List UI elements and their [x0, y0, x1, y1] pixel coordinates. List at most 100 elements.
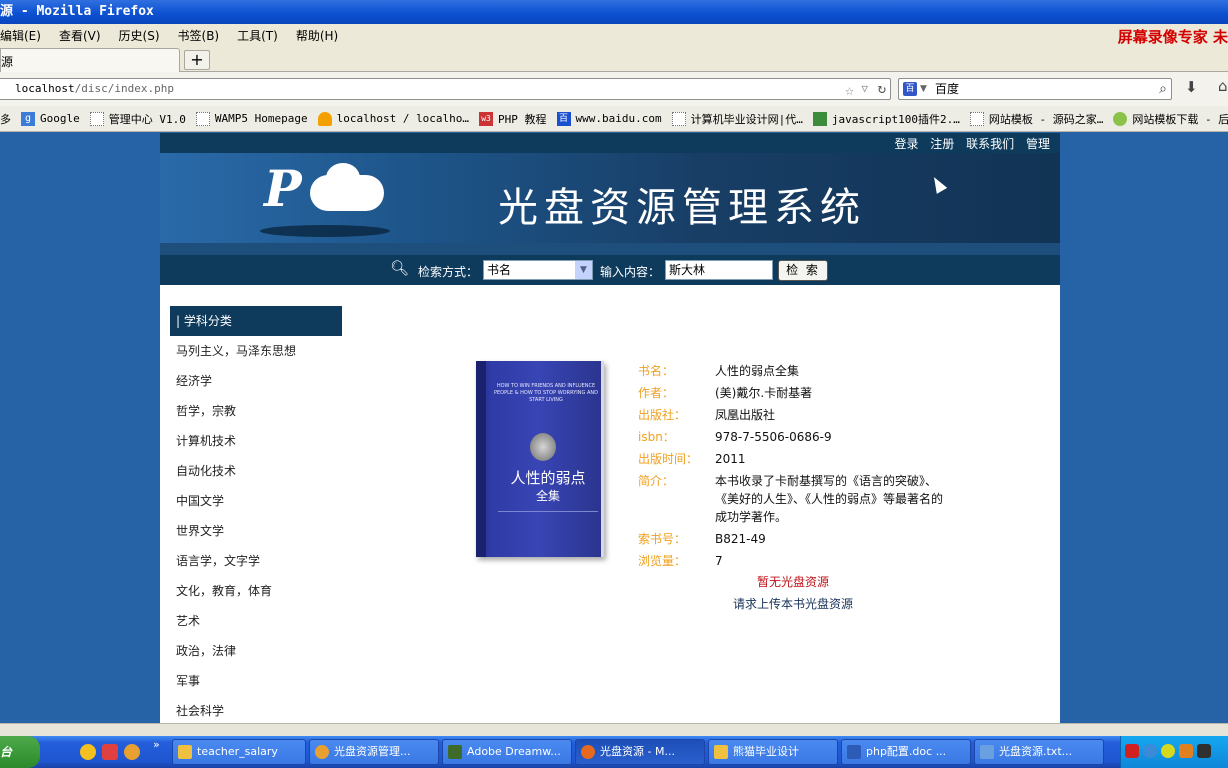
quick-launch-icon[interactable]: [80, 744, 96, 760]
chevron-down-icon[interactable]: ▼: [575, 261, 592, 279]
tray-icon[interactable]: [1125, 744, 1139, 758]
category-item[interactable]: 艺术: [176, 606, 346, 636]
menu-history[interactable]: 历史(S): [119, 27, 160, 44]
field-key: 书名：: [638, 364, 675, 378]
contact-link[interactable]: 联系我们: [966, 137, 1014, 151]
task-button[interactable]: 光盘资源管理...: [309, 739, 439, 765]
task-button[interactable]: Adobe Dreamw...: [442, 739, 572, 765]
bookmark-template-download[interactable]: 网站模板下载 - 后台: [1113, 111, 1228, 127]
task-button[interactable]: teacher_salary: [172, 739, 306, 765]
quick-launch-icon[interactable]: [124, 744, 140, 760]
search-method-value: 书名: [487, 263, 512, 277]
request-upload-link[interactable]: 请求上传本书光盘资源: [733, 595, 853, 612]
category-item[interactable]: 政治，法律: [176, 636, 346, 666]
category-item[interactable]: 哲学，宗教: [176, 396, 346, 426]
quick-launch-more-icon[interactable]: »: [153, 738, 160, 751]
nav-bar: localhost/disc/index.php ☆ ▽ ↻ 百 ▼ 百度 ⌕: [0, 72, 1228, 106]
info-row-isbn: isbn： 978-7-5506-0686-9: [638, 426, 968, 448]
folder-icon: [714, 745, 728, 759]
category-header: | 学科分类: [170, 306, 342, 336]
field-key: 作者：: [638, 386, 675, 400]
start-button[interactable]: 台: [0, 736, 40, 768]
task-button[interactable]: php配置.doc ...: [841, 739, 971, 765]
tab-active[interactable]: 源: [0, 48, 180, 72]
tray-icon[interactable]: [1143, 744, 1157, 758]
bookmark-phpmyadmin[interactable]: localhost / localho…: [317, 111, 469, 126]
url-bar[interactable]: localhost/disc/index.php ☆ ▽ ↻: [0, 78, 891, 100]
register-link[interactable]: 注册: [930, 137, 954, 151]
tray-icon[interactable]: [1179, 744, 1193, 758]
category-item[interactable]: 中国文学: [176, 486, 346, 516]
chrome-icon: [315, 745, 329, 759]
bookmark-wamp5[interactable]: WAMP5 Homepage: [195, 111, 308, 126]
info-row-pubdate: 出版时间： 2011: [638, 448, 968, 470]
download-icon[interactable]: ⬇: [1185, 78, 1198, 96]
menu-edit[interactable]: 编辑(E): [0, 27, 41, 44]
firefox-icon: [581, 745, 595, 759]
recorder-watermark: 屏幕录像专家 未: [1117, 28, 1228, 46]
bookmark-website-templates[interactable]: 网站模板 - 源码之家…: [969, 111, 1103, 127]
menu-tools[interactable]: 工具(T): [237, 27, 278, 44]
history-dropdown-icon[interactable]: ▽: [861, 79, 868, 99]
category-item[interactable]: 社会科学: [176, 696, 346, 723]
w3school-icon: w3: [479, 111, 494, 126]
menu-help[interactable]: 帮助(H): [296, 27, 338, 44]
search-icon[interactable]: ⌕: [1159, 79, 1167, 99]
bookmarks-bar: 多 g Google 管理中心 V1.0 WAMP5 Homepage local…: [0, 106, 1228, 132]
bookmark-javascript100[interactable]: javascript100插件2.…: [812, 111, 960, 127]
author-portrait: [530, 433, 556, 461]
tray-icon[interactable]: [1197, 744, 1211, 758]
field-value: 人性的弱点全集: [715, 364, 800, 378]
admin-link[interactable]: 管理: [1026, 137, 1050, 151]
text-file-icon: [980, 745, 994, 759]
category-item[interactable]: 马列主义，马泽东思想: [176, 336, 346, 366]
search-method-select[interactable]: 书名 ▼: [483, 260, 593, 280]
category-item[interactable]: 军事: [176, 666, 346, 696]
category-item[interactable]: 计算机技术: [176, 426, 346, 456]
category-item[interactable]: 文化，教育，体育: [176, 576, 346, 606]
quick-launch: [80, 744, 140, 760]
tray-icon[interactable]: [1161, 744, 1175, 758]
home-icon[interactable]: ⌂: [1218, 77, 1228, 95]
search-row: 🔍︎ 检索方式： 书名 ▼ 输入内容： 斯大林 检 索: [160, 255, 1060, 285]
info-row-callnumber: 索书号： B821-49: [638, 528, 968, 550]
site-top-links: 登录 注册 联系我们 管理: [886, 135, 1050, 152]
menu-view[interactable]: 查看(V): [59, 27, 101, 44]
bookmark-graduation-design[interactable]: 计算机毕业设计网|代…: [671, 111, 803, 127]
search-input[interactable]: 斯大林: [665, 260, 773, 280]
search-bar[interactable]: 百 ▼ 百度 ⌕: [898, 78, 1172, 100]
category-item[interactable]: 语言学，文字学: [176, 546, 346, 576]
baidu-engine-icon[interactable]: 百: [903, 82, 917, 96]
engine-dropdown-icon[interactable]: ▼: [920, 79, 927, 99]
taskbar: 台 » teacher_salary 光盘资源管理... Adobe Dream…: [0, 736, 1228, 768]
search-button[interactable]: 检 索: [778, 260, 828, 281]
bookmark-baidu[interactable]: 百 www.baidu.com: [556, 111, 662, 126]
category-list: 马列主义，马泽东思想 经济学 哲学，宗教 计算机技术 自动化技术 中国文学 世界…: [176, 336, 346, 723]
bookmark-most-visited[interactable]: 多: [0, 111, 11, 127]
bookmark-php-tutorial[interactable]: w3 PHP 教程: [479, 111, 547, 127]
info-row-author: 作者： (美)戴尔.卡耐基著: [638, 382, 968, 404]
menu-bookmarks[interactable]: 书签(B): [178, 27, 220, 44]
new-tab-button[interactable]: +: [184, 50, 210, 70]
login-link[interactable]: 登录: [894, 137, 918, 151]
reload-icon[interactable]: ↻: [878, 79, 886, 99]
site-logo: P: [264, 159, 302, 218]
url-path: /disc/index.php: [74, 82, 174, 95]
tab-label: 源: [1, 55, 14, 69]
category-item[interactable]: 世界文学: [176, 516, 346, 546]
bookmark-google[interactable]: g Google: [21, 111, 80, 126]
task-button[interactable]: 光盘资源.txt...: [974, 739, 1104, 765]
quick-launch-icon[interactable]: [102, 744, 118, 760]
word-doc-icon: [847, 745, 861, 759]
phpmyadmin-icon: [317, 111, 332, 126]
menu-bar: 编辑(E) 查看(V) 历史(S) 书签(B) 工具(T) 帮助(H) 屏幕录像…: [0, 24, 1228, 46]
category-item[interactable]: 自动化技术: [176, 456, 346, 486]
task-button[interactable]: 光盘资源 - M...: [575, 739, 705, 765]
field-value: 凤凰出版社: [715, 408, 776, 422]
category-item[interactable]: 经济学: [176, 366, 346, 396]
task-button[interactable]: 熊猫毕业设计: [708, 739, 838, 765]
url-host: localhost: [15, 82, 75, 95]
bookmark-star-icon[interactable]: ☆: [845, 80, 854, 100]
bookmark-admin-center[interactable]: 管理中心 V1.0: [89, 111, 186, 127]
system-tray: [1120, 736, 1228, 768]
